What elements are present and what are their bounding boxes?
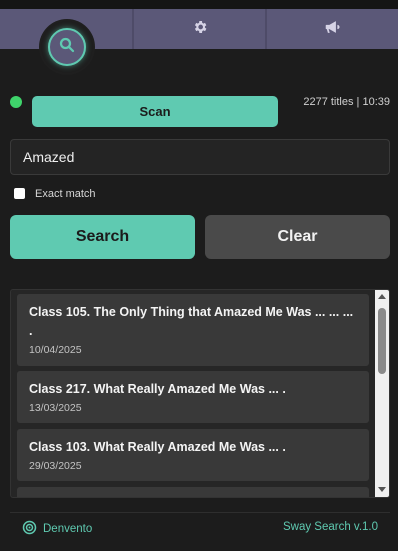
tab-search-button[interactable] bbox=[48, 28, 86, 66]
results-scrollbar[interactable] bbox=[375, 290, 389, 497]
result-date: 10/04/2025 bbox=[29, 344, 82, 356]
search-input[interactable] bbox=[10, 139, 390, 175]
scan-button[interactable]: Scan bbox=[32, 96, 278, 127]
window-top-strip bbox=[0, 0, 398, 9]
result-date: 13/03/2025 bbox=[29, 402, 82, 414]
search-icon bbox=[58, 36, 76, 59]
search-button[interactable]: Search bbox=[10, 215, 195, 259]
tab-search[interactable] bbox=[39, 19, 95, 75]
exact-match-label: Exact match bbox=[35, 188, 96, 200]
footer-brand[interactable]: Denvento bbox=[22, 520, 92, 538]
gear-icon bbox=[192, 19, 208, 40]
list-item[interactable] bbox=[17, 487, 369, 497]
status-indicator bbox=[10, 96, 22, 108]
tab-settings[interactable] bbox=[134, 9, 265, 49]
footer-divider bbox=[10, 512, 390, 513]
list-item[interactable]: Class 105. The Only Thing that Amazed Me… bbox=[17, 294, 369, 366]
exact-match-checkbox[interactable] bbox=[14, 188, 25, 199]
result-title: Class 105. The Only Thing that Amazed Me… bbox=[29, 305, 354, 338]
list-item[interactable]: Class 217. What Really Amazed Me Was ...… bbox=[17, 371, 369, 423]
results-list[interactable]: Class 105. The Only Thing that Amazed Me… bbox=[10, 289, 390, 498]
clear-button[interactable]: Clear bbox=[205, 215, 390, 259]
scroll-down-arrow-icon[interactable] bbox=[378, 487, 386, 492]
title-count-and-time: 2277 titles | 10:39 bbox=[303, 96, 390, 108]
app-version: Sway Search v.1.0 bbox=[282, 521, 378, 533]
result-title: Class 217. What Really Amazed Me Was ...… bbox=[29, 382, 286, 396]
brand-name: Denvento bbox=[43, 523, 93, 535]
megaphone-icon bbox=[324, 19, 342, 40]
result-title: Class 103. What Really Amazed Me Was ...… bbox=[29, 440, 286, 454]
scroll-up-arrow-icon[interactable] bbox=[378, 294, 386, 299]
list-item[interactable]: Class 103. What Really Amazed Me Was ...… bbox=[17, 429, 369, 481]
result-date: 29/03/2025 bbox=[29, 460, 82, 472]
scrollbar-thumb[interactable] bbox=[378, 308, 386, 374]
denvento-logo-icon bbox=[22, 520, 37, 538]
tab-announcements[interactable] bbox=[267, 9, 398, 49]
